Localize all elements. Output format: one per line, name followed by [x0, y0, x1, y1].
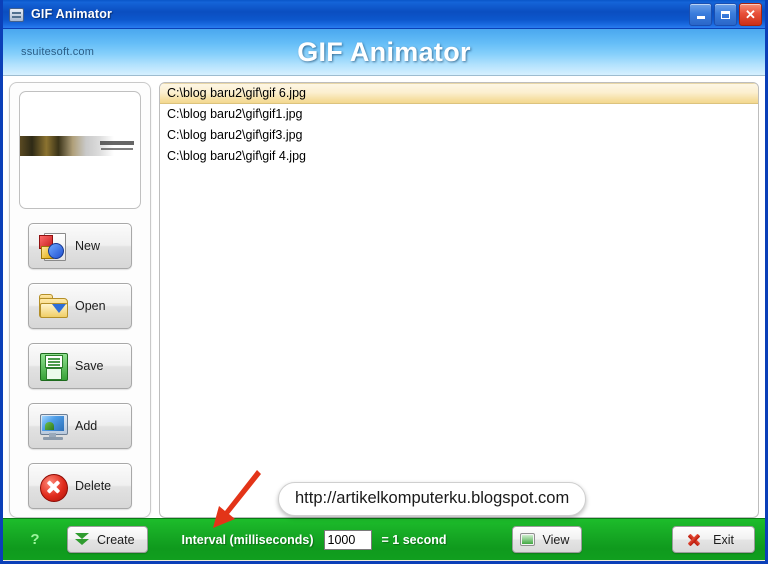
new-button-label: New	[75, 239, 101, 253]
new-button[interactable]: New	[28, 223, 132, 269]
window-title: GIF Animator	[31, 7, 113, 21]
open-folder-icon	[37, 290, 69, 322]
exit-button[interactable]: Exit	[672, 526, 755, 553]
help-button[interactable]: ?	[13, 531, 57, 548]
minimize-button[interactable]	[689, 3, 712, 26]
file-list[interactable]: C:\blog baru2\gif\gif 6.jpg C:\blog baru…	[159, 82, 759, 518]
gif-animator-window: GIF Animator ✕ ssuitesoft.com GIF Animat…	[0, 0, 768, 564]
exit-x-icon	[687, 533, 701, 547]
save-button-label: Save	[75, 359, 104, 373]
view-button[interactable]: View	[512, 526, 583, 553]
title-bar: GIF Animator ✕	[3, 0, 765, 29]
app-banner: ssuitesoft.com GIF Animator	[3, 29, 765, 76]
bottom-toolbar: ? Create Interval (milliseconds) = 1 sec…	[3, 518, 765, 560]
window-controls: ✕	[689, 3, 762, 26]
exit-button-label: Exit	[713, 532, 734, 547]
brand-label: ssuitesoft.com	[21, 46, 95, 58]
save-button[interactable]: Save	[28, 343, 132, 389]
list-item[interactable]: C:\blog baru2\gif\gif 6.jpg	[160, 83, 758, 104]
add-button[interactable]: Add	[28, 403, 132, 449]
interval-equals-label: = 1 second	[381, 532, 447, 547]
new-document-icon	[37, 230, 69, 262]
list-item[interactable]: C:\blog baru2\gif\gif 4.jpg	[160, 146, 758, 167]
sidebar: New Open Save Add Delete	[9, 82, 151, 518]
maximize-button[interactable]	[714, 3, 737, 26]
preview-image	[20, 136, 140, 156]
maximize-icon	[721, 10, 730, 19]
main-content: New Open Save Add Delete C:\blog baru2\g…	[3, 76, 765, 518]
app-filmreel-icon	[7, 5, 25, 23]
open-button[interactable]: Open	[28, 283, 132, 329]
create-button-label: Create	[97, 532, 135, 547]
minimize-icon	[696, 16, 705, 19]
create-button[interactable]: Create	[67, 526, 148, 553]
list-item[interactable]: C:\blog baru2\gif\gif3.jpg	[160, 125, 758, 146]
view-screen-icon	[520, 533, 536, 546]
interval-input[interactable]	[323, 529, 372, 550]
close-button[interactable]: ✕	[739, 3, 762, 26]
frame-preview	[19, 91, 141, 209]
page-title: GIF Animator	[297, 36, 471, 67]
interval-label: Interval (milliseconds)	[181, 532, 314, 547]
view-button-label: View	[542, 532, 570, 547]
url-callout: http://artikelkomputerku.blogspot.com	[278, 482, 587, 516]
open-button-label: Open	[75, 299, 106, 313]
delete-button[interactable]: Delete	[28, 463, 132, 509]
delete-button-label: Delete	[75, 479, 112, 493]
add-monitor-icon	[37, 410, 69, 442]
delete-circle-x-icon	[37, 470, 69, 502]
create-down-arrow-icon	[75, 532, 90, 547]
list-item[interactable]: C:\blog baru2\gif\gif1.jpg	[160, 104, 758, 125]
close-icon: ✕	[745, 7, 756, 22]
add-button-label: Add	[75, 419, 98, 433]
floppy-disk-icon	[37, 350, 69, 382]
